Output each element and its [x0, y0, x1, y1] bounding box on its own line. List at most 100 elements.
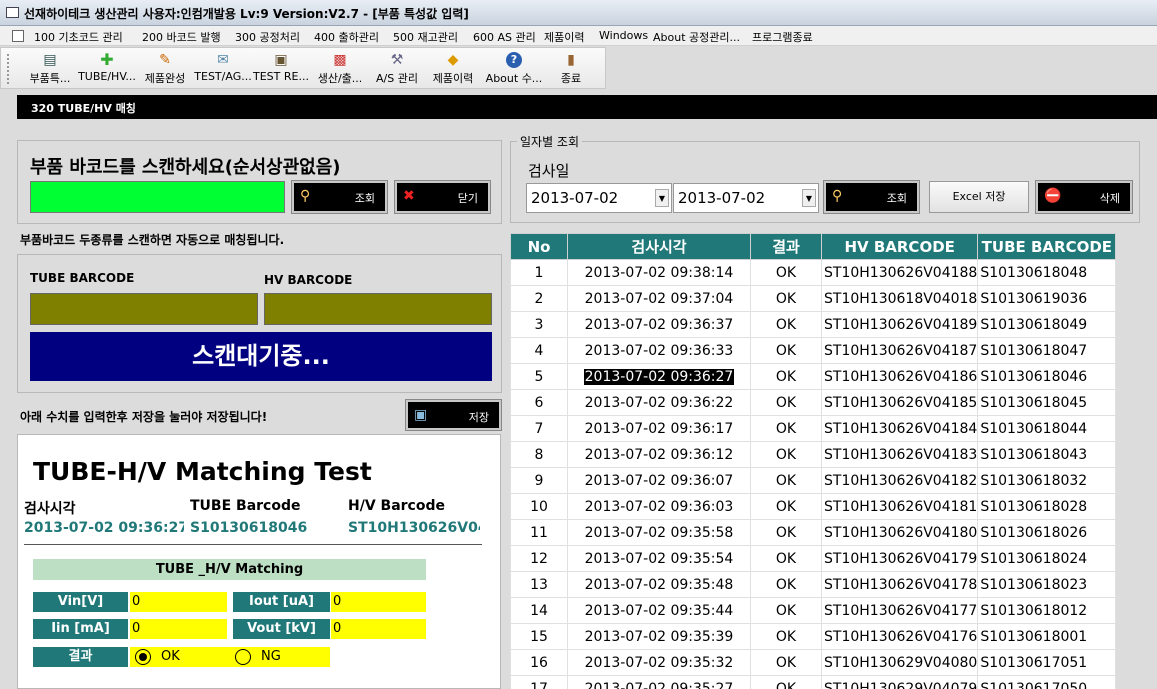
- col-no[interactable]: No: [510, 233, 568, 260]
- tube-barcode-field[interactable]: [30, 293, 258, 325]
- table-cell[interactable]: 2013-07-02 09:35:58: [567, 519, 751, 546]
- iin-input[interactable]: 0: [130, 619, 227, 639]
- table-cell[interactable]: ST10H130626V04179: [820, 545, 979, 572]
- toolbar-exit-button[interactable]: ▮ 종료: [549, 50, 593, 88]
- table-cell[interactable]: ST10H130629V04079: [820, 675, 979, 689]
- table-cell[interactable]: OK: [750, 441, 822, 468]
- table-row[interactable]: 15 2013-07-02 09:35:39 OK ST10H130626V04176…: [510, 623, 1117, 650]
- col-hv-barcode[interactable]: HV BARCODE: [820, 233, 979, 260]
- table-cell[interactable]: 2013-07-02 09:36:12: [567, 441, 751, 468]
- table-cell[interactable]: ST10H130618V04018: [820, 285, 979, 312]
- table-cell[interactable]: 2013-07-02 09:35:32: [567, 649, 751, 676]
- table-cell[interactable]: ST10H130626V04176: [820, 623, 979, 650]
- table-cell[interactable]: OK: [750, 311, 822, 338]
- table-cell[interactable]: ST10H130629V04080: [820, 649, 979, 676]
- table-cell[interactable]: S10130618049: [977, 311, 1117, 338]
- table-cell[interactable]: OK: [750, 415, 822, 442]
- table-cell[interactable]: S10130619036: [977, 285, 1117, 312]
- table-row[interactable]: 2 2013-07-02 09:37:04 OK ST10H130618V04018 S…: [510, 285, 1117, 312]
- table-cell[interactable]: OK: [750, 467, 822, 494]
- table-cell[interactable]: 2013-07-02 09:35:39: [567, 623, 751, 650]
- menu-process[interactable]: 300 공정처리: [235, 29, 300, 45]
- table-cell[interactable]: OK: [750, 389, 822, 416]
- table-cell[interactable]: S10130618043: [977, 441, 1117, 468]
- table-cell[interactable]: S10130618001: [977, 623, 1117, 650]
- table-cell[interactable]: 17: [510, 675, 568, 689]
- close-button[interactable]: ✖ 닫기: [394, 180, 491, 214]
- table-cell[interactable]: ST10H130626V04178: [820, 571, 979, 598]
- table-cell[interactable]: 2013-07-02 09:35:27: [567, 675, 751, 689]
- toolbar-as-button[interactable]: ⚒ A/S 관리: [371, 50, 423, 88]
- table-row[interactable]: 5 2013-07-02 09:36:27 OK ST10H130626V04186 S…: [510, 363, 1117, 390]
- table-cell[interactable]: ST10H130626V04185: [820, 389, 979, 416]
- table-cell[interactable]: 2013-07-02 09:36:33: [567, 337, 751, 364]
- table-cell[interactable]: OK: [750, 519, 822, 546]
- date-search-button[interactable]: ⚲ 조회: [823, 180, 920, 214]
- selected-cell-text[interactable]: 2013-07-02 09:36:27: [583, 368, 735, 385]
- table-cell[interactable]: 2013-07-02 09:37:04: [567, 285, 751, 312]
- table-cell[interactable]: 2013-07-02 09:36:17: [567, 415, 751, 442]
- table-cell[interactable]: 16: [510, 649, 568, 676]
- table-cell[interactable]: ST10H130626V04186: [820, 363, 979, 390]
- table-cell[interactable]: OK: [750, 597, 822, 624]
- table-cell[interactable]: S10130618046: [977, 363, 1117, 390]
- table-row[interactable]: 9 2013-07-02 09:36:07 OK ST10H130626V04182 S…: [510, 467, 1117, 494]
- table-cell[interactable]: ST10H130626V04187: [820, 337, 979, 364]
- table-cell[interactable]: OK: [750, 493, 822, 520]
- toolbar-about-button[interactable]: ? About 수...: [483, 50, 545, 88]
- table-cell[interactable]: 12: [510, 545, 568, 572]
- toolbar-part-char-button[interactable]: ▤ 부품특...: [23, 50, 77, 88]
- menu-windows[interactable]: Windows: [599, 29, 648, 42]
- table-cell[interactable]: S10130618032: [977, 467, 1117, 494]
- toolbar-product-complete-button[interactable]: ✎ 제품완성: [137, 50, 193, 88]
- table-cell[interactable]: 4: [510, 337, 568, 364]
- table-row[interactable]: 3 2013-07-02 09:36:37 OK ST10H130626V04189 S…: [510, 311, 1117, 338]
- vout-input[interactable]: 0: [331, 619, 426, 639]
- scan-search-button[interactable]: ⚲ 조회: [291, 180, 388, 214]
- table-row[interactable]: 8 2013-07-02 09:36:12 OK ST10H130626V04183 S…: [510, 441, 1117, 468]
- delete-button[interactable]: ⛔ 삭제: [1035, 180, 1133, 214]
- iout-input[interactable]: 0: [331, 592, 426, 612]
- chevron-down-icon[interactable]: ▼: [802, 189, 816, 207]
- col-time[interactable]: 검사시각: [567, 233, 751, 260]
- menu-about[interactable]: About 공정관리...: [653, 29, 740, 45]
- result-ng-radio[interactable]: [235, 649, 251, 665]
- menu-product-history[interactable]: 제품이력: [544, 29, 584, 45]
- table-cell[interactable]: S10130618047: [977, 337, 1117, 364]
- table-cell[interactable]: OK: [750, 623, 822, 650]
- result-ok-radio[interactable]: [135, 649, 151, 665]
- toolbar-tube-hv-button[interactable]: ✚ TUBE/HV...: [77, 50, 137, 88]
- vin-input[interactable]: 0: [130, 592, 227, 612]
- table-cell[interactable]: OK: [750, 259, 822, 286]
- table-cell[interactable]: 6: [510, 389, 568, 416]
- toolbar-product-history-button[interactable]: ◆ 제품이력: [425, 50, 481, 88]
- table-row[interactable]: 17 2013-07-02 09:35:27 OK ST10H130629V04079…: [510, 675, 1117, 689]
- menu-as[interactable]: 600 AS 관리: [473, 29, 536, 45]
- table-cell[interactable]: 2013-07-02 09:36:03: [567, 493, 751, 520]
- table-cell[interactable]: 14: [510, 597, 568, 624]
- table-cell[interactable]: S10130618023: [977, 571, 1117, 598]
- table-row[interactable]: 7 2013-07-02 09:36:17 OK ST10H130626V04184 S…: [510, 415, 1117, 442]
- table-cell[interactable]: OK: [750, 545, 822, 572]
- table-cell[interactable]: 2013-07-02 09:36:07: [567, 467, 751, 494]
- table-row[interactable]: 16 2013-07-02 09:35:32 OK ST10H130629V04080…: [510, 649, 1117, 676]
- table-cell[interactable]: S10130618012: [977, 597, 1117, 624]
- table-cell[interactable]: OK: [750, 571, 822, 598]
- excel-save-button[interactable]: Excel 저장: [929, 181, 1029, 213]
- hv-barcode-field[interactable]: [264, 293, 492, 325]
- table-cell[interactable]: OK: [750, 363, 822, 390]
- date-to-picker[interactable]: 2013-07-02 ▼: [673, 183, 819, 213]
- table-cell[interactable]: OK: [750, 337, 822, 364]
- toolbar-production-button[interactable]: ▩ 생산/출...: [309, 50, 371, 88]
- table-cell[interactable]: 5: [510, 363, 568, 390]
- table-cell[interactable]: OK: [750, 675, 822, 689]
- menu-exit[interactable]: 프로그램종료: [752, 29, 813, 45]
- col-result[interactable]: 결과: [750, 233, 822, 260]
- table-cell[interactable]: OK: [750, 649, 822, 676]
- toolbar-grip[interactable]: [7, 54, 9, 84]
- table-cell[interactable]: 3: [510, 311, 568, 338]
- table-cell[interactable]: S10130618048: [977, 259, 1117, 286]
- table-cell[interactable]: 2013-07-02 09:36:37: [567, 311, 751, 338]
- table-cell[interactable]: 10: [510, 493, 568, 520]
- table-cell[interactable]: S10130618028: [977, 493, 1117, 520]
